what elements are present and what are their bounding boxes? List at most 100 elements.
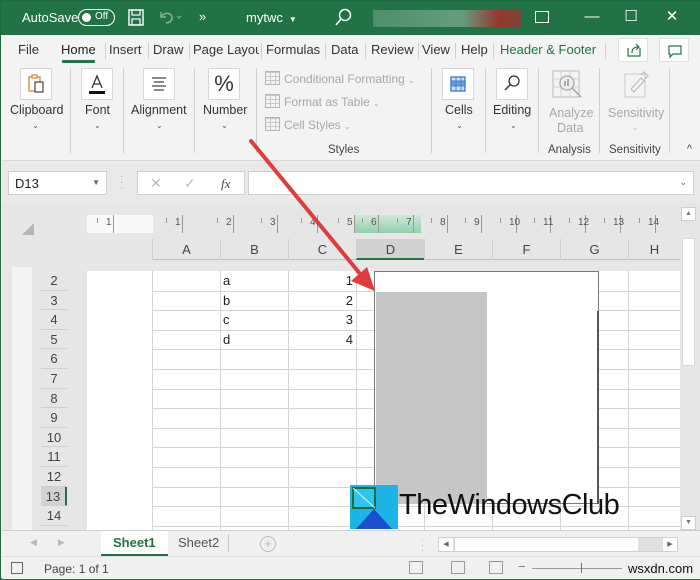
save-icon[interactable] (128, 9, 144, 26)
cell-c[interactable]: 4 (293, 332, 353, 347)
cells-button[interactable] (442, 68, 474, 100)
row-header-10[interactable]: 10 (41, 428, 67, 448)
row-header-13[interactable]: 13 (41, 486, 67, 507)
column-header-g[interactable]: G (560, 239, 628, 260)
format-as-table-button[interactable]: Format as Table ⌄ (265, 94, 380, 109)
chevron-down-icon[interactable]: ⌄ (32, 121, 39, 130)
chevron-down-icon[interactable]: ⌄ (156, 121, 163, 130)
maximize-icon[interactable]: ☐ (621, 7, 641, 27)
column-header-a[interactable]: A (152, 239, 220, 260)
cell-b[interactable]: d (223, 332, 230, 347)
alignment-button[interactable] (143, 68, 175, 100)
column-header-h[interactable]: H (628, 239, 680, 260)
autosave-toggle[interactable]: Off (78, 9, 115, 26)
column-header-d[interactable]: D (356, 239, 424, 260)
cell-c[interactable]: 3 (293, 312, 353, 327)
page-break-view-icon[interactable] (489, 561, 503, 574)
cell-c[interactable]: 2 (293, 293, 353, 308)
tab-page-layout[interactable]: Page Layout (193, 42, 259, 57)
scroll-down-icon[interactable]: ▼ (681, 516, 696, 530)
normal-view-icon[interactable] (409, 561, 423, 574)
more-commands-icon[interactable]: » (199, 9, 206, 24)
tab-insert[interactable]: Insert (109, 42, 142, 57)
cell-b[interactable]: c (223, 312, 230, 327)
share-button[interactable] (618, 38, 648, 62)
column-header-c[interactable]: C (288, 239, 356, 260)
prev-sheet-icon[interactable]: ◀ (30, 537, 37, 548)
tab-review[interactable]: Review (371, 42, 414, 57)
chevron-down-icon[interactable]: ⌄ (221, 121, 228, 130)
sheet-tab-sheet2[interactable]: Sheet2 (166, 531, 231, 556)
sheet-tab-sheet1[interactable]: Sheet1 (101, 531, 168, 556)
number-button[interactable]: % (208, 68, 240, 100)
row-header-12[interactable]: 12 (41, 467, 67, 487)
macro-recording-icon[interactable] (11, 562, 23, 574)
account-area[interactable] (373, 10, 521, 27)
column-header-f[interactable]: F (492, 239, 560, 260)
cell-b[interactable]: a (223, 273, 230, 288)
add-sheet-button[interactable]: + (260, 536, 276, 552)
analyze-data-icon[interactable] (551, 69, 585, 101)
conditional-formatting-button[interactable]: Conditional Formatting ⌄ (265, 71, 415, 86)
search-icon[interactable] (335, 7, 353, 27)
font-button[interactable] (81, 68, 113, 100)
page-layout-view-icon[interactable] (451, 561, 465, 574)
row-header-14[interactable]: 14 (41, 506, 67, 526)
sensitivity-icon[interactable] (622, 69, 652, 99)
ribbon-display-icon[interactable] (535, 11, 549, 23)
scroll-thumb[interactable] (454, 538, 638, 551)
zoom-slider-handle[interactable] (581, 563, 582, 573)
document-name[interactable]: mytwc ▼ (246, 10, 297, 25)
tab-home[interactable]: Home (61, 42, 96, 63)
tab-split-handle[interactable]: · · · (421, 536, 424, 555)
cell-c[interactable]: 1 (293, 273, 353, 288)
row-header-7[interactable]: 7 (41, 369, 67, 389)
chevron-down-icon[interactable]: ▼ (92, 178, 100, 187)
row-header-9[interactable]: 9 (41, 408, 67, 428)
insert-function-icon[interactable]: fx (221, 176, 230, 192)
row-header-5[interactable]: 5 (41, 330, 67, 350)
scroll-up-icon[interactable]: ▲ (681, 207, 696, 221)
select-all-button[interactable] (22, 223, 34, 235)
cell-styles-button[interactable]: Cell Styles ⌄ (265, 117, 351, 132)
tab-file[interactable]: File (18, 42, 39, 57)
chart-object[interactable] (374, 271, 599, 504)
comments-button[interactable] (659, 38, 689, 62)
collapse-ribbon-icon[interactable]: ^ (687, 143, 692, 155)
undo-icon[interactable] (158, 10, 182, 25)
horizontal-scrollbar[interactable]: ◀ ▶ (438, 537, 678, 552)
enter-icon[interactable]: ✓ (184, 175, 196, 192)
tab-draw[interactable]: Draw (153, 42, 183, 57)
chevron-down-icon[interactable]: ⌄ (456, 121, 463, 130)
scroll-thumb[interactable] (682, 238, 695, 366)
cancel-icon[interactable]: ✕ (150, 175, 162, 192)
cell-b[interactable]: b (223, 293, 230, 308)
row-header-11[interactable]: 11 (41, 447, 67, 467)
scroll-right-icon[interactable]: ▶ (663, 538, 677, 551)
minimize-icon[interactable]: — (582, 7, 602, 27)
clipboard-button[interactable] (20, 68, 52, 100)
chevron-down-icon[interactable]: ⌄ (510, 121, 517, 130)
tab-header-footer[interactable]: Header & Footer (500, 42, 596, 57)
column-header-b[interactable]: B (220, 239, 288, 260)
chevron-down-icon[interactable]: ⌄ (94, 121, 101, 130)
zoom-slider[interactable] (532, 568, 622, 569)
scroll-left-icon[interactable]: ◀ (439, 538, 453, 551)
row-header-2[interactable]: 2 (41, 271, 67, 291)
zoom-out-icon[interactable]: − (518, 559, 526, 574)
expand-formula-icon[interactable]: ⌄ (679, 177, 687, 188)
row-header-4[interactable]: 4 (41, 310, 67, 330)
tab-view[interactable]: View (422, 42, 450, 57)
tab-help[interactable]: Help (461, 42, 488, 57)
editing-button[interactable] (496, 68, 528, 100)
column-header-e[interactable]: E (424, 239, 492, 260)
row-header-6[interactable]: 6 (41, 349, 67, 369)
row-header-8[interactable]: 8 (41, 389, 67, 409)
name-box[interactable]: D13 ▼ (8, 171, 107, 195)
close-icon[interactable]: ✕ (662, 7, 682, 27)
tab-formulas[interactable]: Formulas (266, 42, 320, 57)
row-header-3[interactable]: 3 (41, 291, 67, 311)
tab-data[interactable]: Data (331, 42, 358, 57)
vertical-scrollbar[interactable]: ▲ ▼ (680, 203, 697, 530)
formula-input[interactable]: ⌄ (248, 171, 694, 195)
